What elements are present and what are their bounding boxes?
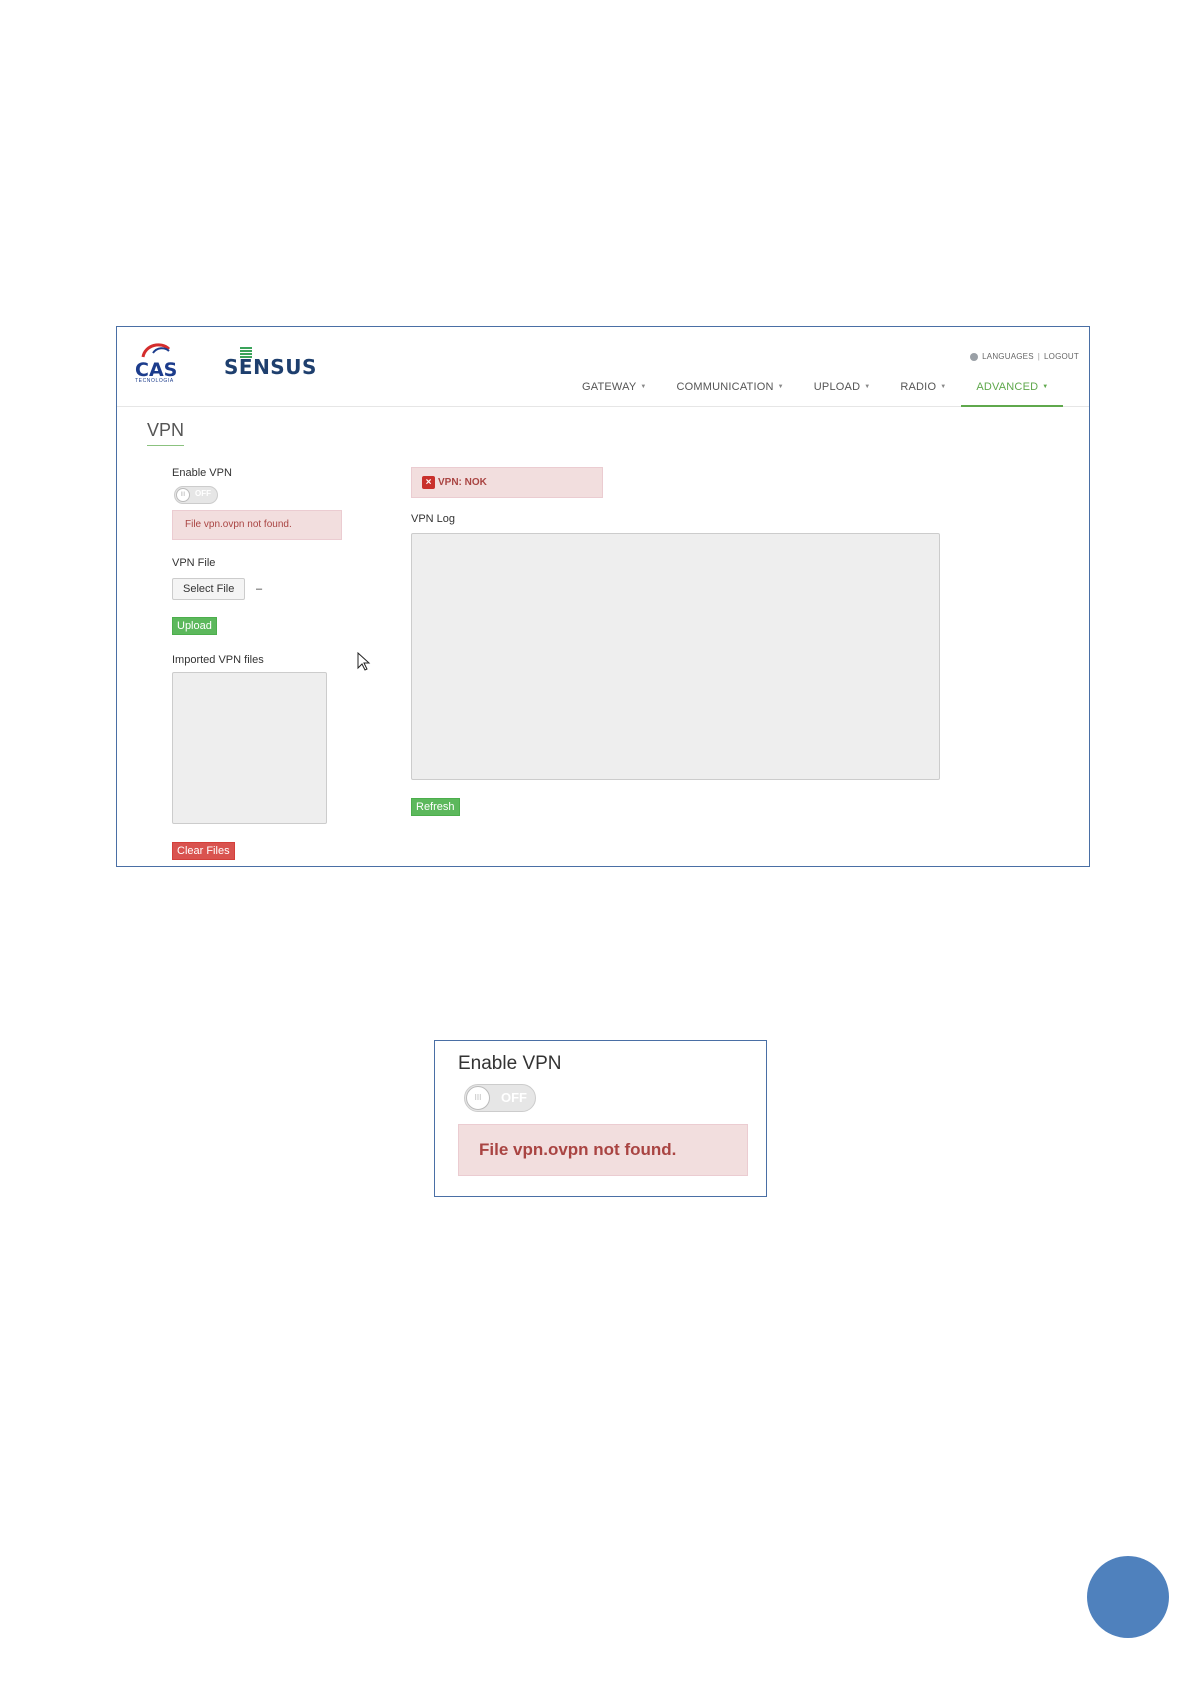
file-error-alert: File vpn.ovpn not found.	[172, 510, 342, 540]
toggle-state: OFF	[501, 1090, 527, 1105]
link-separator: |	[1037, 352, 1041, 361]
cas-swirl-icon	[141, 343, 171, 358]
caret-down-icon: ▼	[940, 384, 947, 390]
sensus-logo-text: SENSUS	[224, 355, 317, 379]
caret-down-icon: ▼	[640, 384, 647, 390]
nav-label: ADVANCED	[976, 381, 1039, 393]
toggle-knob: III	[176, 488, 190, 502]
vpn-file-label: VPN File	[172, 557, 216, 569]
clear-files-button[interactable]: Clear Files	[172, 842, 235, 860]
enable-vpn-toggle[interactable]: III OFF	[174, 486, 218, 504]
vpn-log-label: VPN Log	[411, 513, 456, 525]
refresh-button[interactable]: Refresh	[411, 798, 460, 816]
mouse-cursor-icon	[357, 652, 371, 671]
upload-button[interactable]: Upload	[172, 617, 217, 635]
imported-files-label: Imported VPN files	[172, 654, 264, 666]
main-nav: GATEWAY ▼ COMMUNICATION ▼ UPLOAD ▼ RADIO ▼ A…	[567, 371, 1064, 407]
zoom-enable-vpn-toggle[interactable]: III OFF	[464, 1084, 536, 1112]
selected-file-value: –	[256, 583, 263, 595]
nav-advanced[interactable]: ADVANCED ▼	[961, 371, 1064, 407]
languages-link[interactable]: LANGUAGES	[982, 352, 1034, 361]
zoom-file-error-alert: File vpn.ovpn not found.	[458, 1124, 748, 1176]
nav-radio[interactable]: RADIO ▼	[885, 371, 961, 407]
logout-link[interactable]: LOGOUT	[1044, 352, 1079, 361]
caret-down-icon: ▼	[864, 384, 871, 390]
zoom-enable-vpn-label: Enable VPN	[458, 1053, 562, 1074]
sensus-logo: SENSUS	[224, 347, 324, 379]
nav-label: COMMUNICATION	[676, 381, 774, 393]
toggle-state: OFF	[195, 489, 211, 498]
cas-logo: CAS TECNOLOGIA	[135, 339, 187, 385]
caret-down-icon: ▼	[1042, 384, 1049, 390]
nav-label: UPLOAD	[813, 381, 861, 393]
toggle-knob: III	[466, 1086, 490, 1110]
nav-label: GATEWAY	[582, 381, 637, 393]
nav-label: RADIO	[900, 381, 937, 393]
vpn-log-textarea[interactable]	[411, 533, 940, 780]
cas-logo-subtext: TECNOLOGIA	[135, 378, 174, 384]
nav-upload[interactable]: UPLOAD ▼	[799, 371, 886, 407]
app-header: CAS TECNOLOGIA SENSUS LANGUAGES | LOGOUT…	[117, 327, 1089, 407]
nav-communication[interactable]: COMMUNICATION ▼	[662, 371, 799, 407]
enable-vpn-label: Enable VPN	[172, 467, 232, 479]
page-title: VPN	[147, 420, 185, 446]
imported-files-list[interactable]	[172, 672, 327, 824]
page-number-circle	[1087, 1556, 1169, 1638]
vpn-status-text: VPN: NOK	[438, 477, 487, 488]
select-file-button[interactable]: Select File	[172, 578, 246, 600]
zoomed-detail: Enable VPN III OFF File vpn.ovpn not fou…	[434, 1040, 767, 1197]
vpn-status-alert: × VPN: NOK	[411, 467, 603, 498]
globe-icon	[970, 352, 979, 361]
nav-gateway[interactable]: GATEWAY ▼	[567, 371, 662, 407]
x-icon: ×	[422, 476, 435, 489]
top-links: LANGUAGES | LOGOUT	[970, 352, 1079, 361]
caret-down-icon: ▼	[777, 384, 784, 390]
app-screenshot: CAS TECNOLOGIA SENSUS LANGUAGES | LOGOUT…	[116, 326, 1090, 867]
